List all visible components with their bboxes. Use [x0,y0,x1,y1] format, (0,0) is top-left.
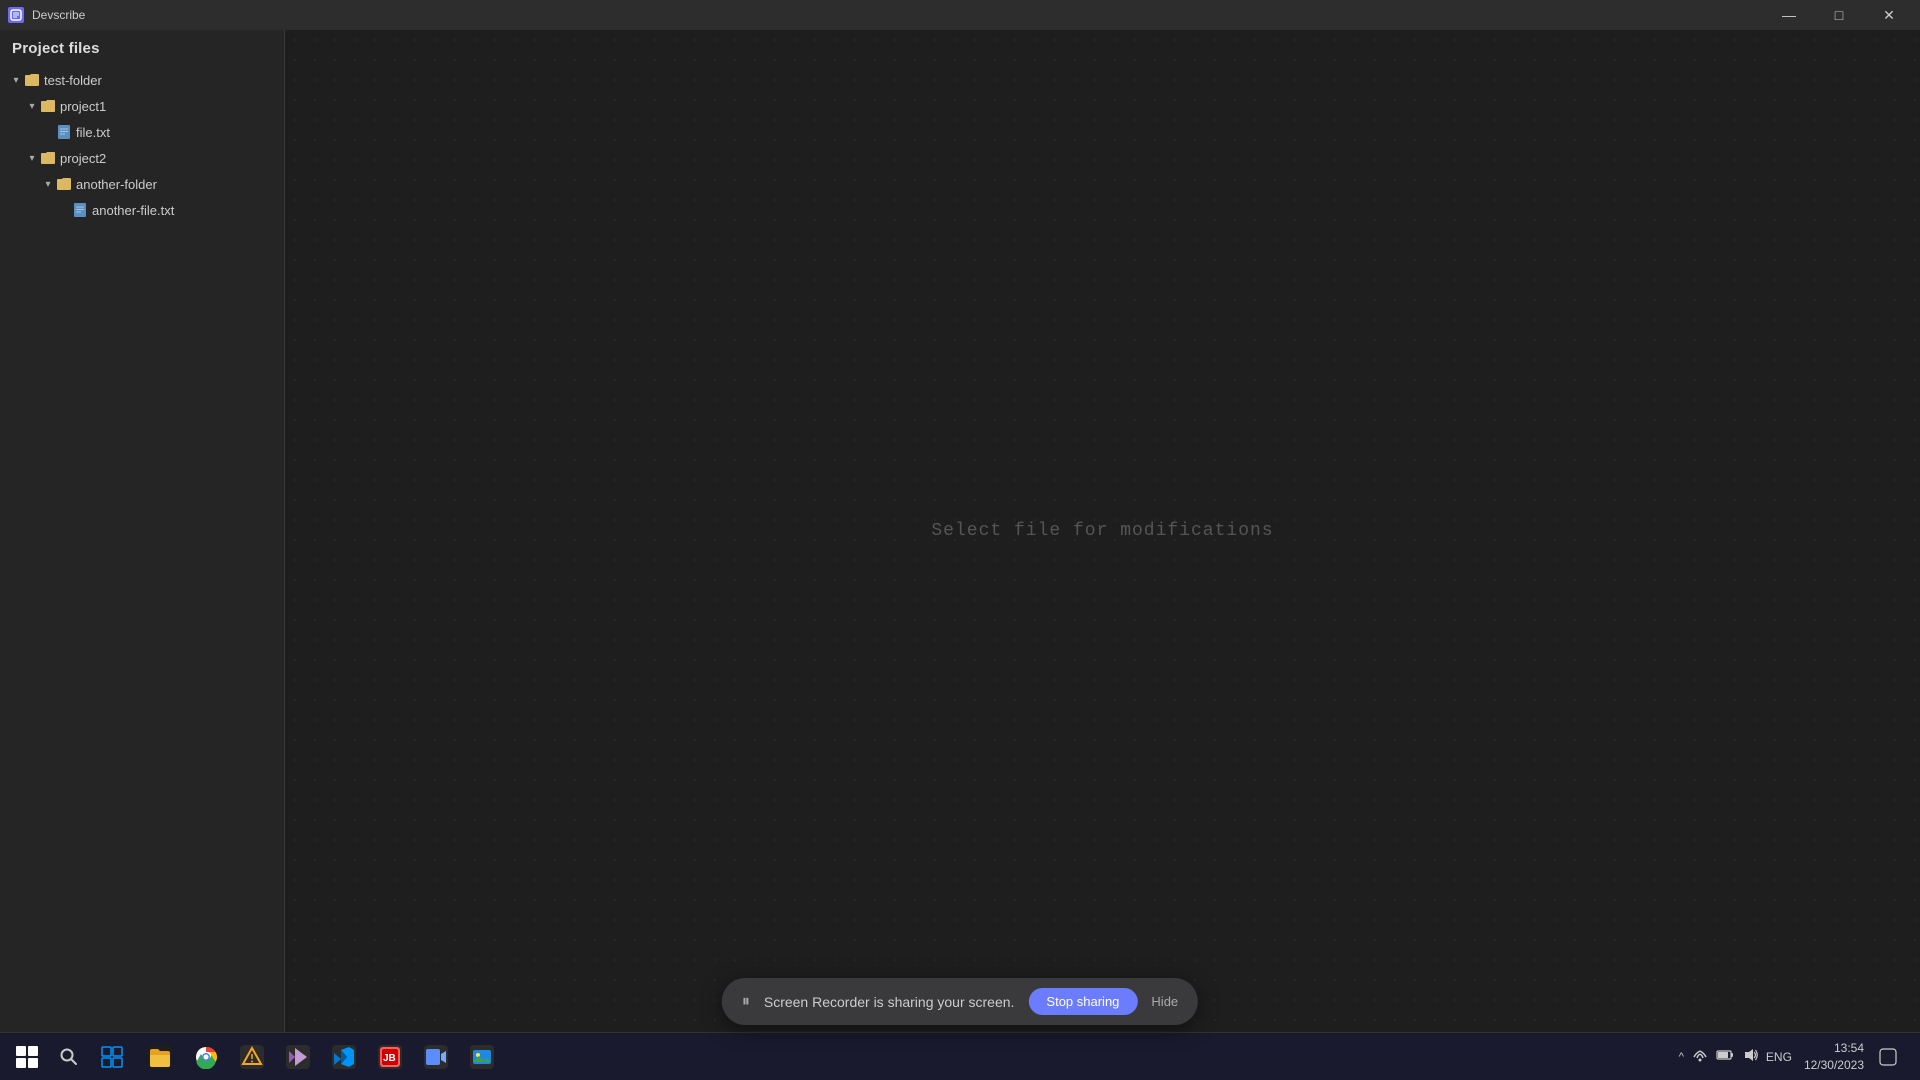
tree-item-project2[interactable]: project2 [0,145,284,171]
tree-label-project1: project1 [60,99,106,114]
tray-chevron[interactable]: ^ [1679,1051,1684,1063]
sidebar-header: Project files [0,30,284,65]
editor-area: Select file for modifications [285,30,1920,1032]
minimize-button[interactable]: — [1766,0,1812,30]
vs-icon [286,1045,310,1069]
windows-icon [16,1046,38,1068]
tray-datetime[interactable]: 13:54 12/30/2023 [1804,1040,1864,1074]
explorer-icon [148,1045,172,1069]
file-tree: test-folder project1 [0,65,284,1032]
volume-icon [1742,1047,1758,1066]
taskbar-photos[interactable] [460,1035,504,1079]
tree-label-another-folder: another-folder [76,177,157,192]
tree-arrow-project2 [24,150,40,166]
tree-arrow-test-folder [8,72,24,88]
title-bar: Devscribe — □ ✕ [0,0,1920,30]
vscode-icon [332,1045,356,1069]
file-icon-another-file-txt [72,202,88,218]
taskbar-tray: ^ [1679,1039,1914,1075]
taskbar-task-view[interactable] [90,1035,134,1079]
title-bar-controls: — □ ✕ [1766,0,1912,30]
app-content: Project files test-folder [0,30,1920,1032]
maximize-button[interactable]: □ [1816,0,1862,30]
tree-label-file-txt: file.txt [76,125,110,140]
close-button[interactable]: ✕ [1866,0,1912,30]
title-bar-left: Devscribe [8,7,85,23]
screen-share-bar: ⏸ Screen Recorder is sharing your screen… [722,978,1198,1025]
taskbar-apps: JB [138,1035,504,1079]
taskbar-vs[interactable] [276,1035,320,1079]
network-icon [1692,1047,1708,1066]
screen-recorder-icon [424,1045,448,1069]
editor-placeholder: Select file for modifications [931,521,1273,541]
hide-button[interactable]: Hide [1151,994,1178,1009]
tree-arrow-another-folder [40,176,56,192]
app-icon [8,7,24,23]
task-view-icon [100,1045,124,1069]
chrome-icon [194,1045,218,1069]
sidebar: Project files test-folder [0,30,285,1032]
tree-item-another-folder[interactable]: another-folder [0,171,284,197]
taskbar-chrome[interactable] [184,1035,228,1079]
app-title: Devscribe [32,8,85,22]
notification-center-button[interactable] [1870,1039,1906,1075]
tree-arrow-project1 [24,98,40,114]
svg-text:JB: JB [383,1053,396,1064]
sketch-icon [240,1045,264,1069]
taskbar-screen-recorder[interactable] [414,1035,458,1079]
folder-icon-project1 [40,98,56,114]
tree-label-project2: project2 [60,151,106,166]
tree-item-file-txt[interactable]: file.txt [0,119,284,145]
taskbar-search-button[interactable] [48,1036,90,1078]
battery-icon [1716,1049,1734,1064]
tree-label-test-folder: test-folder [44,73,102,88]
folder-icon-test-folder [24,72,40,88]
screen-share-message: Screen Recorder is sharing your screen. [764,994,1015,1010]
taskbar-sketch[interactable] [230,1035,274,1079]
language-indicator[interactable]: ENG [1766,1050,1792,1064]
stop-sharing-button[interactable]: Stop sharing [1028,988,1137,1015]
photos-icon [470,1045,494,1069]
tree-label-another-file-txt: another-file.txt [92,203,174,218]
taskbar-explorer[interactable] [138,1035,182,1079]
taskbar-jetbrains[interactable]: JB [368,1035,412,1079]
file-icon-file-txt [56,124,72,140]
folder-icon-another-folder [56,176,72,192]
start-button[interactable] [6,1036,48,1078]
screen-share-icon: ⏸ [742,993,750,1011]
taskbar-vscode[interactable] [322,1035,366,1079]
tray-date: 12/30/2023 [1804,1057,1864,1074]
folder-icon-project2 [40,150,56,166]
tray-time: 13:54 [1804,1040,1864,1057]
taskbar: JB ^ [0,1032,1920,1080]
tree-item-project1[interactable]: project1 [0,93,284,119]
tray-icons: ^ [1679,1047,1792,1066]
tree-item-another-file-txt[interactable]: another-file.txt [0,197,284,223]
jetbrains-icon: JB [378,1045,402,1069]
tree-item-test-folder[interactable]: test-folder [0,67,284,93]
